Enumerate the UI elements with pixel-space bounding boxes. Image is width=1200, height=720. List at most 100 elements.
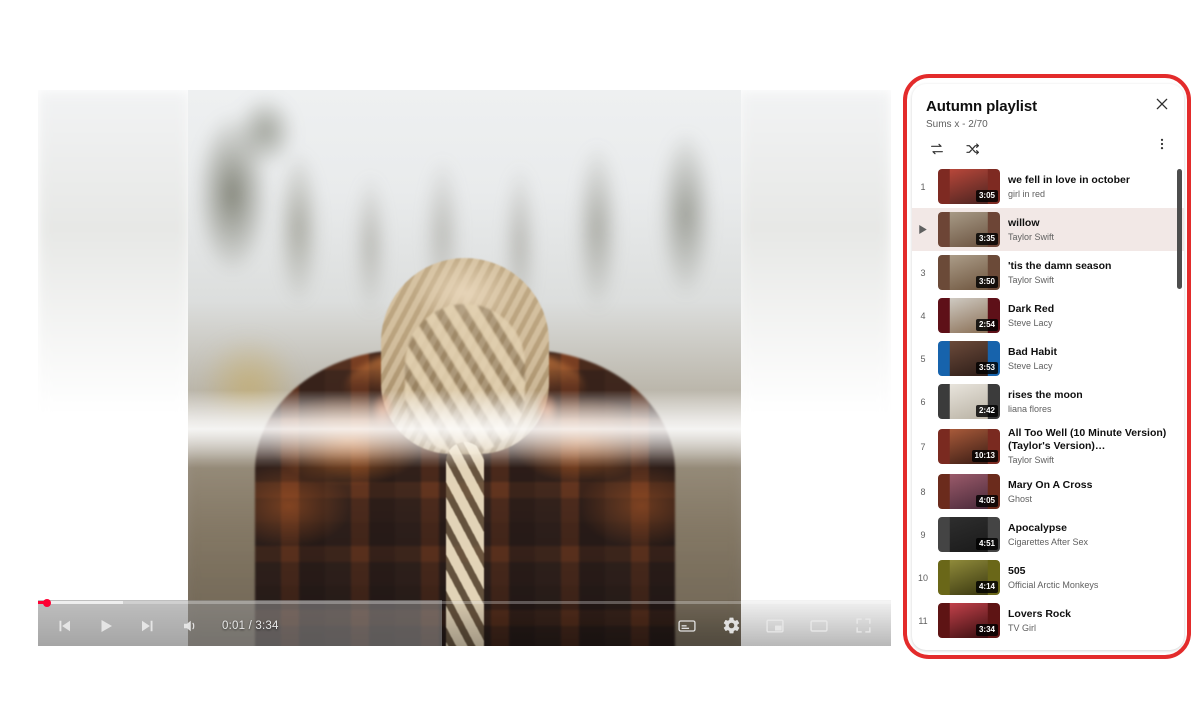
playlist-item-thumbnail: 3:05: [938, 169, 1000, 204]
playlist-item-thumbnail: 10:13: [938, 429, 1000, 465]
playlist-item-artist: girl in red: [1008, 188, 1046, 199]
braid-crown: [404, 304, 525, 454]
playlist-item-artist: liana flores: [1008, 403, 1052, 414]
playlist-item-index: 11: [918, 615, 928, 626]
playlist-item-thumbnail: 3:53: [938, 341, 1000, 376]
now-playing-icon: [914, 225, 932, 234]
progress-track[interactable]: [38, 601, 891, 604]
playlist-item-thumbnail: 4:05: [938, 474, 1000, 510]
time-display: 0:01 / 3:34: [222, 619, 279, 632]
playlist-item[interactable]: 4 2:54 Dark Red Steve Lacy: [912, 294, 1184, 337]
playlist-item-meta: Apocalypse Cigarettes After Sex: [1006, 522, 1176, 548]
shuffle-icon[interactable]: [962, 139, 984, 159]
playlist-item-index: 7: [920, 441, 926, 452]
playlist-item-title: All Too Well (10 Minute Version) (Taylor…: [1008, 427, 1167, 453]
playlist-item-title: rises the moon: [1008, 388, 1083, 401]
ear-right: [536, 394, 557, 428]
playlist-item-title: Apocalypse: [1008, 521, 1067, 534]
playlist-items-list[interactable]: 1 3:05 we fell in love in october girl in r…: [912, 165, 1184, 650]
ear-left: [372, 394, 393, 428]
playlist-item-meta: Dark Red Steve Lacy: [1006, 303, 1176, 329]
playlist-item[interactable]: 7 10:13 All Too Well (10 Minute Version) (…: [912, 423, 1184, 470]
loop-icon[interactable]: [926, 139, 948, 159]
playlist-item-index: 9: [920, 529, 926, 540]
playlist-item[interactable]: 11 3:34 Lovers Rock TV Girl: [912, 599, 1184, 642]
playlist-item-thumbnail: 3:50: [938, 255, 1000, 290]
playlist-item-meta: rises the moon liana flores: [1006, 389, 1176, 415]
playlist-item[interactable]: 3 3:50 'tis the damn season Taylor Swift: [912, 251, 1184, 294]
playlist-item-meta: we fell in love in october girl in red: [1006, 174, 1176, 200]
playlist-item[interactable]: 8 4:05 Mary On A Cross Ghost: [912, 470, 1184, 513]
playlist-item-duration: 10:13: [971, 450, 998, 463]
close-icon[interactable]: [1150, 92, 1174, 116]
playlist-item-artist: Steve Lacy: [1008, 360, 1053, 371]
player-controls: 0:01 / 3:34: [38, 599, 891, 646]
playlist-item[interactable]: 5 3:53 Bad Habit Steve Lacy: [912, 337, 1184, 380]
playlist-item-artist: Ghost: [1008, 493, 1033, 504]
playlist-item-duration: 4:51: [975, 538, 998, 551]
playlist-item-artist: Steve Lacy: [1008, 317, 1053, 328]
playlist-item-duration: 2:42: [975, 405, 998, 417]
playlist-item[interactable]: 3:35 willow Taylor Swift: [912, 208, 1184, 251]
playlist-item-index: 8: [920, 486, 926, 497]
playlist-actions: [926, 139, 1170, 165]
playlist-item-thumbnail: 4:14: [938, 560, 1000, 596]
playlist-item-duration: 3:53: [975, 362, 998, 374]
playlist-item-title: we fell in love in october: [1008, 173, 1130, 186]
playlist-item-artist: Cigarettes After Sex: [1008, 536, 1089, 547]
playlist-item-index: 3: [920, 267, 926, 278]
playlist-scrollbar[interactable]: [1177, 169, 1182, 289]
fullscreen-icon[interactable]: [847, 610, 879, 642]
playlist-item-meta: Mary On A Cross Ghost: [1006, 479, 1176, 505]
playlist-item-title: Bad Habit: [1008, 345, 1058, 358]
playlist-item-artist: Taylor Swift: [1008, 231, 1055, 242]
video-player[interactable]: 0:01 / 3:34: [38, 90, 891, 646]
playlist-item-title: Lovers Rock: [1008, 607, 1072, 620]
playlist-item-title: willow: [1008, 216, 1040, 229]
playlist-item-duration: 2:54: [975, 319, 998, 331]
playlist-item-meta: Lovers Rock TV Girl: [1006, 608, 1176, 634]
playlist-title: Autumn playlist: [926, 98, 1038, 115]
playlist-item-artist: Taylor Swift: [1008, 455, 1055, 466]
playlist-item-thumbnail: 2:54: [938, 298, 1000, 333]
miniplayer-icon[interactable]: [759, 610, 791, 642]
more-options-icon[interactable]: [1152, 132, 1172, 156]
playlist-item-index: 6: [920, 396, 926, 407]
volume-icon[interactable]: [174, 610, 206, 642]
playlist-item-duration: 4:05: [975, 495, 998, 508]
playlist-item-duration: 4:14: [975, 581, 998, 594]
playlist-item-thumbnail: 4:51: [938, 517, 1000, 553]
playlist-item-meta: 505 Official Arctic Monkeys: [1006, 565, 1176, 591]
playlist-item-meta: All Too Well (10 Minute Version) (Taylor…: [1006, 427, 1176, 466]
playlist-item[interactable]: 1 3:05 we fell in love in october girl in r…: [912, 165, 1184, 208]
playlist-item-index: 10: [917, 572, 928, 583]
playlist-panel[interactable]: Autumn playlist Sums x - 2/70 1 3:05 we …: [912, 84, 1184, 650]
next-button[interactable]: [132, 610, 164, 642]
playlist-item-meta: 'tis the damn season Taylor Swift: [1006, 260, 1176, 286]
playlist-item-title: 'tis the damn season: [1008, 259, 1112, 272]
playlist-item-index: 5: [920, 353, 926, 364]
playlist-item-thumbnail: 2:42: [938, 384, 1000, 419]
settings-gear-icon[interactable]: [715, 610, 747, 642]
playlist-header: Autumn playlist Sums x - 2/70: [912, 84, 1184, 165]
playlist-item-thumbnail: 3:35: [938, 212, 1000, 247]
theater-mode-icon[interactable]: [803, 610, 835, 642]
playlist-item-artist: Official Arctic Monkeys: [1008, 579, 1099, 590]
playlist-item[interactable]: 9 4:51 Apocalypse Cigarettes After Sex: [912, 513, 1184, 556]
playlist-item-duration: 3:05: [975, 190, 998, 202]
playlist-item-index: 4: [920, 310, 926, 321]
playlist-item-duration: 3:35: [975, 233, 998, 245]
playlist-item[interactable]: 10 4:14 505 Official Arctic Monkeys: [912, 556, 1184, 599]
playlist-item-meta: Bad Habit Steve Lacy: [1006, 346, 1176, 372]
playlist-item-meta: willow Taylor Swift: [1006, 217, 1176, 243]
previous-button[interactable]: [48, 610, 80, 642]
play-button[interactable]: [90, 610, 122, 642]
playlist-item-index: 1: [920, 181, 926, 192]
playlist-item[interactable]: 6 2:42 rises the moon liana flores: [912, 380, 1184, 423]
pillarbox-left: [38, 90, 190, 646]
subtitles-icon[interactable]: [671, 610, 703, 642]
playlist-subtitle: Sums x - 2/70: [926, 119, 988, 130]
pillarbox-right: [739, 90, 891, 646]
playlist-item-title: 505: [1008, 564, 1026, 577]
video-frame: [188, 90, 741, 646]
